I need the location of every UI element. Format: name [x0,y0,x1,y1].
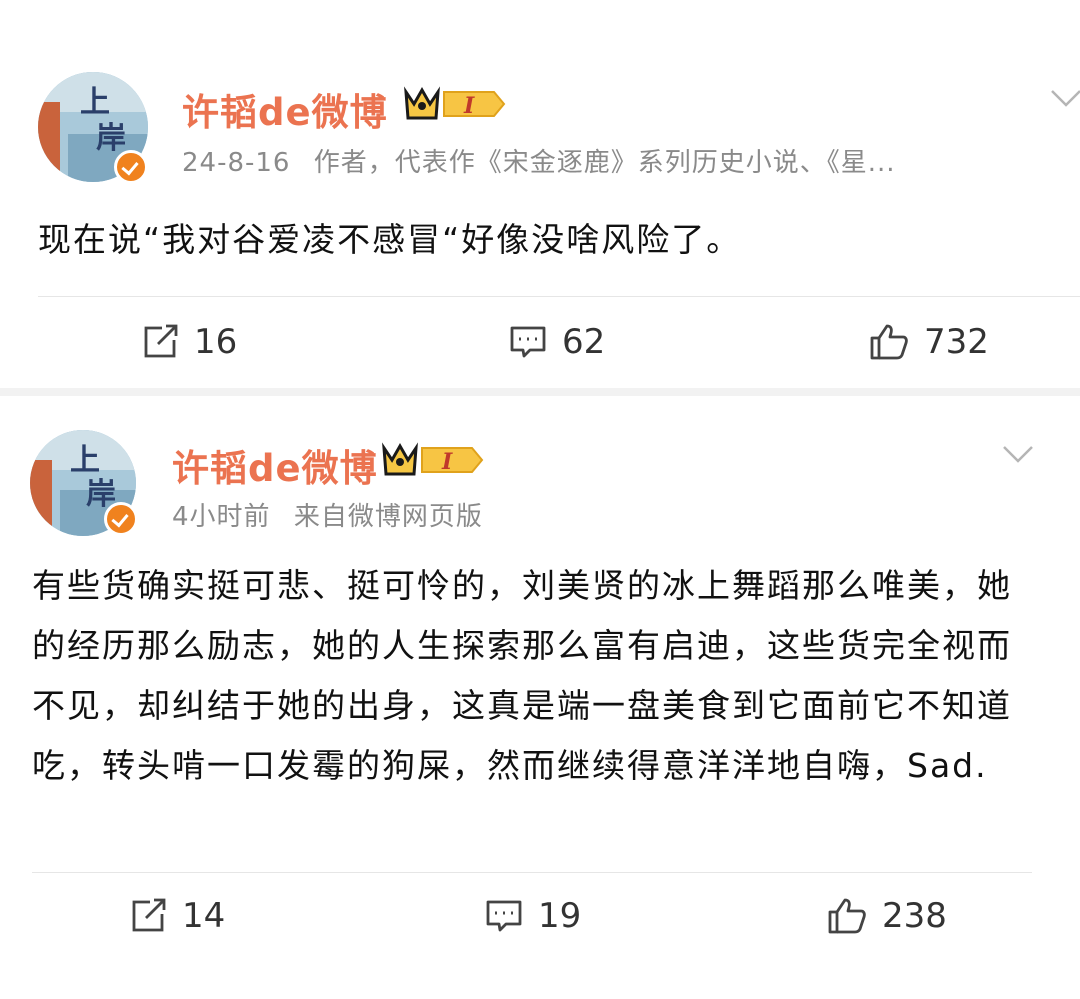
post-meta: 4小时前 来自微博网页版 [172,496,483,533]
vip-level: I [463,93,475,119]
verified-badge-icon [114,150,148,184]
post-time: 4小时前 [172,502,271,532]
like-button[interactable]: 732 [868,322,989,362]
more-chevron-icon[interactable] [1050,88,1080,108]
comment-button[interactable]: 62 [508,322,605,362]
comment-count: 62 [562,322,606,362]
post-card-2: 上 岸 许韬de微博 I 4小时前 来自微博网页版 有些货确实挺可悲、挺可怜的，… [0,396,1080,999]
repost-button[interactable]: 14 [128,896,225,936]
comment-count: 19 [538,896,582,936]
author-description: 作者，代表作《宋金逐鹿》系列历史小说、《星... [313,148,896,178]
post-card-1: 上 岸 许韬de微博 I 24-8-16 作者，代表作《宋金逐鹿》系列历史小说、… [0,0,1080,388]
like-button[interactable]: 238 [826,896,947,936]
author-name[interactable]: 许韬de微博 [182,82,388,136]
vip-level: I [441,449,453,475]
repost-count: 14 [182,896,226,936]
post-text: 有些货确实挺可悲、挺可怜的，刘美贤的冰上舞蹈那么唯美，她的经历那么励志，她的人生… [32,566,1012,785]
svg-text:上: 上 [80,85,110,120]
post-source: 来自微博网页版 [293,502,483,532]
vip-crown-icon: I [404,86,506,120]
like-count: 238 [882,896,947,936]
post-text: 现在说“我对谷爱凌不感冒“好像没啥风险了。 [38,220,742,259]
divider [38,296,1080,297]
author-name[interactable]: 许韬de微博 [172,438,378,492]
like-count: 732 [924,322,989,362]
comment-button[interactable]: 19 [484,896,581,936]
like-icon [828,898,866,934]
repost-button[interactable]: 16 [140,322,237,362]
post-date: 24-8-16 [182,148,291,178]
divider [32,872,1032,873]
verified-badge-icon [104,502,138,536]
svg-text:岸: 岸 [96,121,126,156]
repost-count: 16 [194,322,238,362]
more-chevron-icon[interactable] [1002,444,1034,464]
svg-text:上: 上 [70,443,100,478]
post-meta: 24-8-16 作者，代表作《宋金逐鹿》系列历史小说、《星... [182,142,896,179]
comment-icon [486,900,522,932]
like-icon [870,324,908,360]
vip-crown-icon: I [382,442,484,476]
comment-icon [510,326,546,358]
repost-icon [132,898,166,932]
repost-icon [144,324,178,358]
